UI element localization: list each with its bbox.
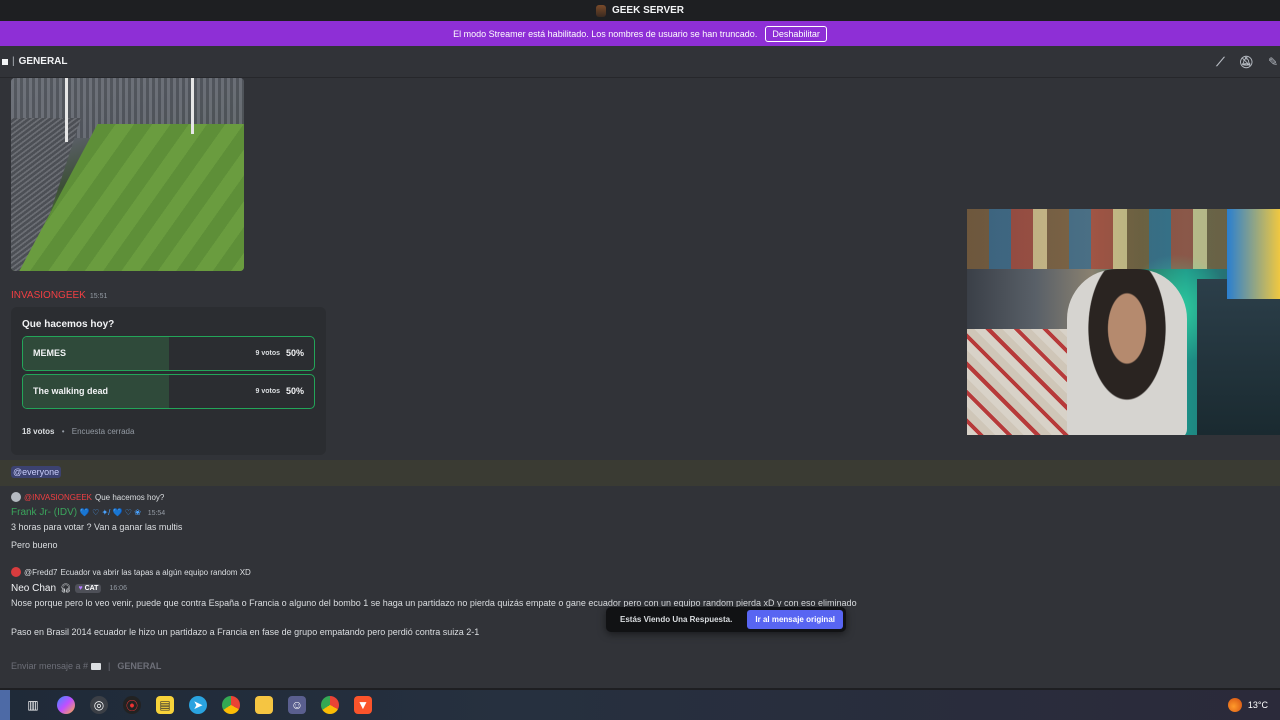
message-content: Pero bueno bbox=[11, 540, 58, 550]
message-author[interactable]: INVASIONGEEK bbox=[11, 290, 86, 301]
role-tag: ♥ CAT bbox=[75, 584, 102, 593]
message-header: Neo Chan 🎧︎ ♥ CAT 16:06 bbox=[11, 583, 127, 594]
toast-text: Estás Viendo Una Respuesta. bbox=[620, 615, 733, 624]
message-header: Frank Jr- (IDV) 💙 ♡ ✦/ 💙 ♡ ❀ 15:54 bbox=[11, 507, 165, 518]
channel-text-icon bbox=[2, 58, 8, 65]
viewing-reply-toast: Estás Viendo Una Respuesta. Ir al mensaj… bbox=[606, 607, 846, 632]
taskbar-apps: ▥ ◎ ⦿ ▤ ➤ ☺ ▼ bbox=[24, 696, 372, 714]
sticky-notes-icon[interactable]: ▤ bbox=[156, 696, 174, 714]
chrome-profile-icon[interactable] bbox=[321, 696, 339, 714]
reply-author: @INVASIONGEEK bbox=[24, 492, 92, 502]
task-view-icon[interactable]: ▥ bbox=[24, 696, 42, 714]
reply-avatar-icon bbox=[11, 567, 21, 577]
server-name: GEEK SERVER bbox=[611, 5, 685, 16]
everyone-mention[interactable]: @everyone bbox=[11, 466, 62, 478]
streamer-mode-banner: El modo Streamer está habilitado. Los no… bbox=[0, 21, 1280, 46]
message-input[interactable]: Enviar mensaje a # | GENERAL bbox=[11, 661, 161, 671]
poll-question: Que hacemos hoy? bbox=[22, 319, 115, 330]
reply-reference[interactable]: @Fredd7 Ecuador va abrir las tapas a alg… bbox=[11, 567, 251, 577]
message-author[interactable]: Frank Jr- (IDV) bbox=[11, 507, 77, 518]
reply-preview: Que hacemos hoy? bbox=[95, 492, 165, 502]
chrome-icon[interactable] bbox=[222, 696, 240, 714]
mention-message-row: @everyone bbox=[0, 460, 1280, 486]
composer-placeholder: Enviar mensaje a # bbox=[11, 661, 89, 671]
discord-icon[interactable]: ☺ bbox=[288, 696, 306, 714]
poll-option-percent: 50% bbox=[285, 386, 304, 396]
author-badges-icon: 💙 ♡ ✦/ 💙 ♡ ❀ bbox=[79, 508, 141, 517]
reply-reference[interactable]: @INVASIONGEEK Que hacemos hoy? bbox=[11, 492, 164, 502]
poll-option-label: The walking dead bbox=[33, 386, 109, 396]
system-tray: 13°C bbox=[1227, 690, 1268, 720]
channel-name: GENERAL bbox=[18, 56, 68, 67]
header-toolbar: ⟋ 🔕︎ ✎ bbox=[1216, 46, 1280, 78]
reply-author: @Fredd7 bbox=[24, 567, 58, 577]
poll-option-label: MEMES bbox=[33, 348, 67, 358]
channel-header: | GENERAL ⟋ 🔕︎ ✎ bbox=[0, 46, 1280, 78]
stadium-goalpost-left bbox=[65, 78, 68, 142]
stadium-goalpost-right bbox=[191, 78, 194, 134]
message-header: INVASIONGEEK 15:51 bbox=[11, 290, 107, 301]
message-content: 3 horas para votar ? Van a ganar las mul… bbox=[11, 522, 183, 532]
poll-option-percent: 50% bbox=[285, 348, 304, 358]
pin-icon[interactable]: ✎ bbox=[1268, 55, 1278, 69]
reply-avatar-icon bbox=[11, 492, 21, 502]
composer-separator: | bbox=[108, 661, 111, 671]
role-tag-label: CAT bbox=[84, 585, 99, 592]
message-content: Paso en Brasil 2014 ecuador le hizo un p… bbox=[11, 627, 480, 637]
threads-icon[interactable]: ⟋ bbox=[1216, 55, 1224, 70]
webcam-overlay bbox=[967, 209, 1280, 435]
temperature: 13°C bbox=[1247, 700, 1268, 710]
disable-streamer-mode-button[interactable]: Deshabilitar bbox=[765, 25, 827, 42]
poll-option-votes: 9 votos bbox=[255, 388, 280, 395]
poll-footer: 18 votos • Encuesta cerrada bbox=[22, 427, 134, 436]
poll-status: Encuesta cerrada bbox=[71, 427, 135, 436]
brave-icon[interactable]: ▼ bbox=[354, 696, 372, 714]
file-explorer-icon[interactable] bbox=[255, 696, 273, 714]
channel-text-icon bbox=[91, 662, 102, 670]
role-tag-heart-icon: ♥ bbox=[78, 585, 83, 592]
message-author[interactable]: Neo Chan bbox=[11, 583, 56, 594]
start-button[interactable] bbox=[0, 690, 10, 720]
telegram-icon[interactable]: ➤ bbox=[189, 696, 207, 714]
reply-preview: Ecuador va abrir las tapas a algún equip… bbox=[60, 567, 251, 577]
header-separator: | bbox=[12, 56, 15, 67]
copilot-icon[interactable] bbox=[57, 696, 75, 714]
go-to-original-button[interactable]: Ir al mensaje original bbox=[747, 610, 843, 629]
server-avatar-icon bbox=[595, 4, 606, 17]
message-timestamp: 16:06 bbox=[109, 585, 127, 592]
poll-card: Que hacemos hoy? MEMES 9 votos 50% The w… bbox=[11, 307, 326, 455]
window-title-bar: GEEK SERVER bbox=[0, 0, 1280, 21]
poll-option-votes: 9 votos bbox=[255, 350, 280, 357]
streamer-mode-message: El modo Streamer está habilitado. Los no… bbox=[453, 28, 758, 39]
capture-icon[interactable]: ⦿ bbox=[123, 696, 141, 714]
message-timestamp: 15:54 bbox=[147, 510, 166, 517]
image-attachment[interactable] bbox=[11, 78, 244, 271]
webcam-poster bbox=[1227, 209, 1280, 299]
webcam-chair bbox=[1197, 279, 1280, 435]
message-timestamp: 15:51 bbox=[89, 293, 108, 300]
composer-channel-name: GENERAL bbox=[117, 661, 162, 671]
mute-icon[interactable]: 🔕︎ bbox=[1239, 55, 1254, 69]
webcam-streamer bbox=[1067, 269, 1187, 435]
windows-taskbar: ▥ ◎ ⦿ ▤ ➤ ☺ ▼ 13°C bbox=[0, 690, 1280, 720]
headphones-icon: 🎧︎ bbox=[60, 583, 72, 593]
poll-separator: • bbox=[61, 427, 65, 436]
poll-option[interactable]: MEMES 9 votos 50% bbox=[22, 336, 315, 371]
weather-icon[interactable] bbox=[1227, 698, 1242, 712]
obs-icon[interactable]: ◎ bbox=[90, 696, 108, 714]
poll-total-votes: 18 votos bbox=[22, 427, 55, 436]
message-composer[interactable]: Enviar mensaje a # | GENERAL bbox=[0, 650, 1280, 688]
poll-option[interactable]: The walking dead 9 votos 50% bbox=[22, 374, 315, 409]
